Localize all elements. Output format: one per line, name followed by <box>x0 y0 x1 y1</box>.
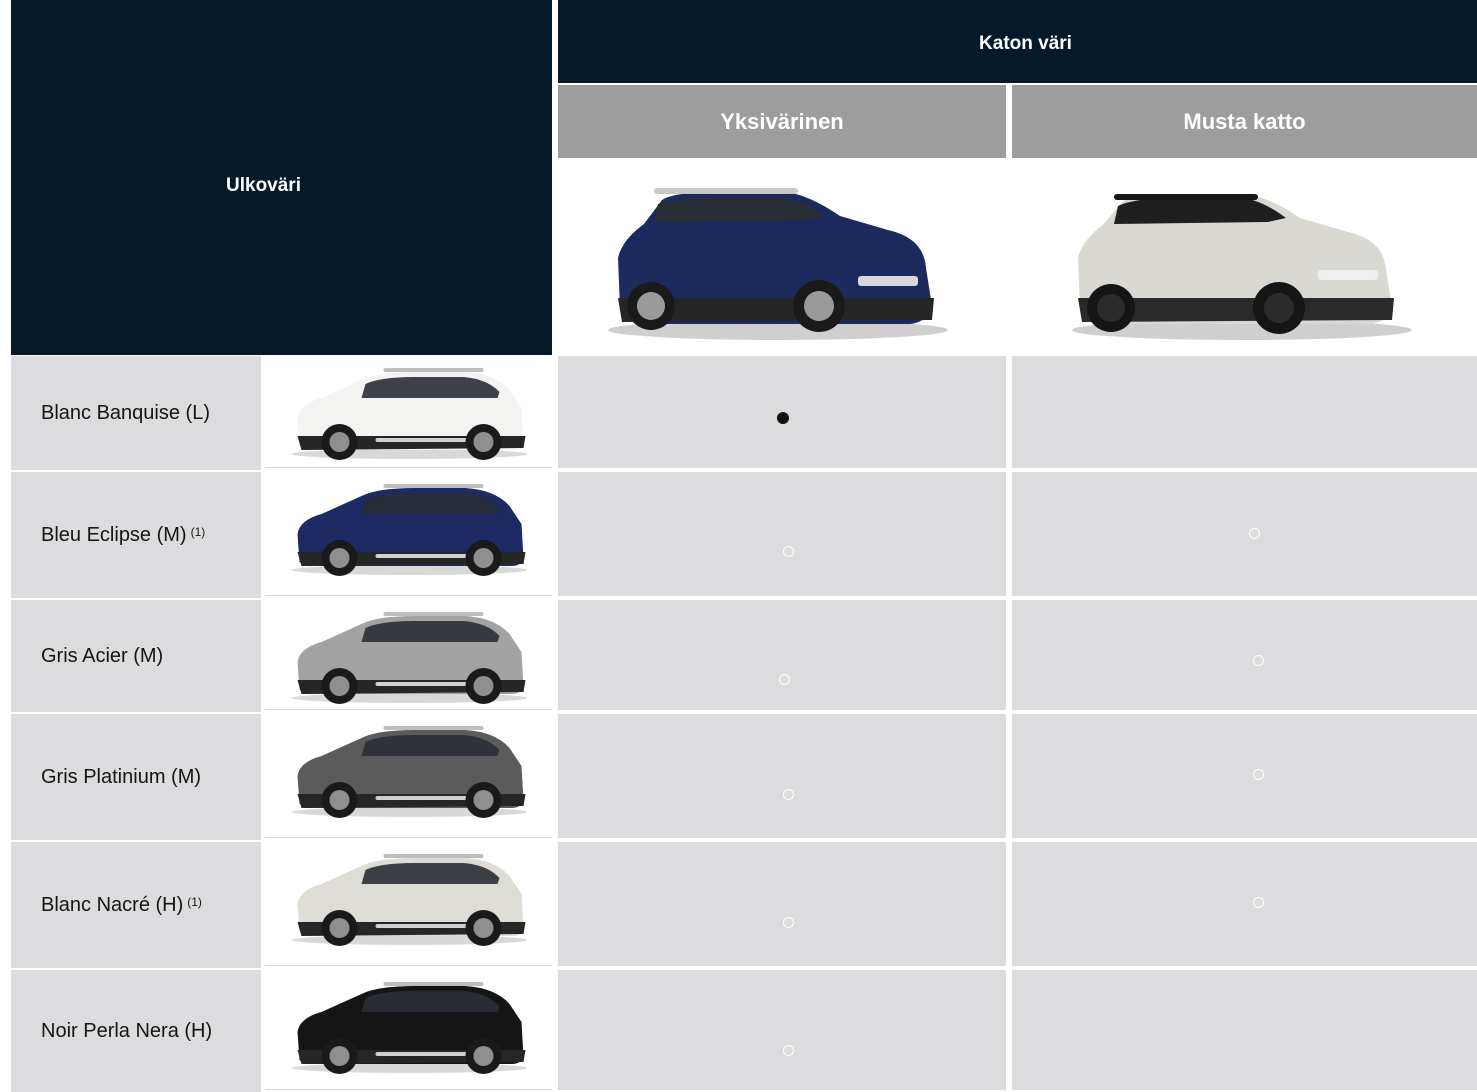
row-color-name: Gris Acier (M) <box>11 600 261 712</box>
row-color-name: Bleu Eclipse (M) (1) <box>11 472 261 598</box>
color-name-text: Noir Perla Nera (H) <box>41 1019 213 1042</box>
option-circle-icon <box>783 917 794 928</box>
row-car-image <box>265 600 552 710</box>
row-car-image <box>265 472 552 596</box>
cell-black-roof <box>1012 714 1477 838</box>
cell-black-roof <box>1012 472 1477 596</box>
cell-mono-roof <box>558 842 1006 966</box>
car-side-image <box>291 726 528 818</box>
roof-color-label: Katon väri <box>979 33 1072 54</box>
suv-image <box>1072 194 1412 340</box>
car-side-image <box>291 484 528 576</box>
cell-black-roof <box>1012 356 1477 468</box>
cell-mono-roof <box>558 472 1006 596</box>
car-side-image <box>291 854 528 946</box>
car-side-image <box>291 612 528 704</box>
car-side-image <box>291 982 528 1074</box>
row-color-name: Blanc Banquise (L) <box>11 356 261 470</box>
option-circle-icon <box>779 674 790 685</box>
row-car-image <box>265 970 552 1090</box>
row-car-image <box>265 356 552 468</box>
exterior-color-label: Ulkoväri <box>226 175 301 196</box>
row-car-image <box>265 714 552 838</box>
cell-black-roof <box>1012 842 1477 966</box>
option-circle-icon <box>1253 897 1264 908</box>
column-header-mono: Yksivärinen <box>558 85 1006 158</box>
option-circle-icon <box>1253 769 1264 780</box>
standard-dot-icon <box>777 412 789 424</box>
row-color-name: Noir Perla Nera (H) <box>11 970 261 1092</box>
footnote-marker: (1) <box>190 525 206 539</box>
mono-roof-car-image <box>558 158 1006 355</box>
car-side-image <box>291 368 528 460</box>
column-header-black-roof: Musta katto <box>1012 85 1477 158</box>
option-circle-icon <box>783 789 794 800</box>
row-car-image <box>265 842 552 966</box>
suv-image <box>608 188 948 340</box>
color-name-text: Blanc Nacré (H) <box>41 893 184 916</box>
footnote-marker: (1) <box>187 895 202 909</box>
option-circle-icon <box>783 546 794 557</box>
cell-black-roof <box>1012 600 1477 710</box>
color-name-text: Bleu Eclipse (M) <box>41 523 187 546</box>
color-name-text: Gris Acier (M) <box>41 644 164 667</box>
option-circle-icon <box>783 1045 794 1056</box>
option-circle-icon <box>1253 655 1264 666</box>
row-color-name: Blanc Nacré (H) (1) <box>11 842 261 968</box>
color-name-text: Blanc Banquise (L) <box>41 401 210 424</box>
cell-mono-roof <box>558 970 1006 1090</box>
row-color-name: Gris Platinium (M) <box>11 714 261 840</box>
cell-mono-roof <box>558 600 1006 710</box>
color-name-text: Gris Platinium (M) <box>41 765 202 788</box>
option-circle-icon <box>1249 528 1260 539</box>
cell-black-roof <box>1012 970 1477 1090</box>
cell-mono-roof <box>558 714 1006 838</box>
black-roof-car-image <box>1012 158 1477 355</box>
